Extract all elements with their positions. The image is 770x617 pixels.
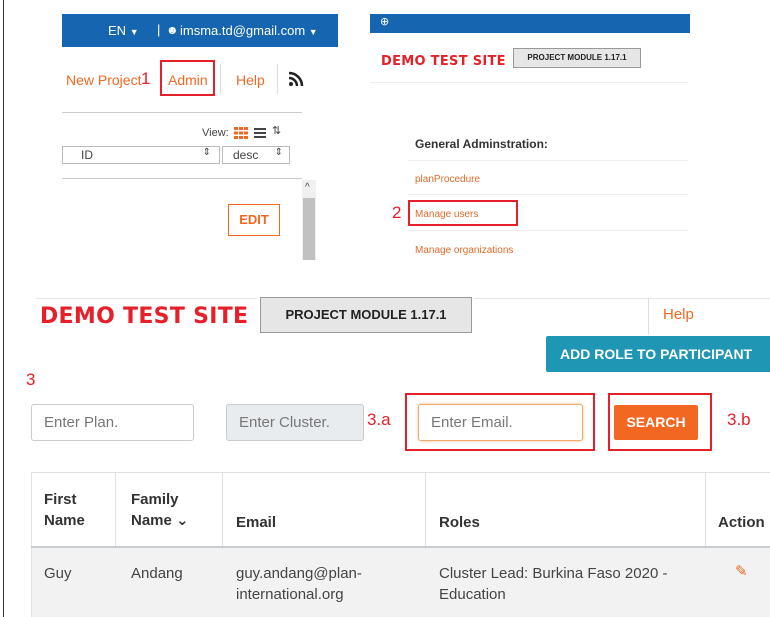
admin-divider <box>408 160 688 161</box>
un-header-bar: ⊕ <box>370 14 690 33</box>
toolbar-top-line <box>62 112 302 113</box>
sort-order-select[interactable]: desc ⇕ <box>222 146 290 164</box>
cell-first-name: Guy <box>44 565 72 582</box>
manage-organizations-link[interactable]: Manage organizations <box>415 245 513 256</box>
help-link-main[interactable]: Help <box>663 306 694 323</box>
toolbar-bottom-line <box>62 178 302 179</box>
header-first-name[interactable]: First Name <box>44 489 85 531</box>
menu-divider <box>277 64 278 94</box>
help-link[interactable]: Help <box>236 72 265 88</box>
annotation-3b: 3.b <box>727 410 751 429</box>
header-action: Action <box>718 514 765 531</box>
scrollbar-thumb[interactable] <box>303 198 315 260</box>
header-email[interactable]: Email <box>236 512 276 533</box>
admin-divider <box>408 194 688 195</box>
grid-view-icon[interactable] <box>234 127 248 139</box>
plan-input[interactable]: Enter Plan. <box>31 404 194 441</box>
rss-icon[interactable] <box>288 71 304 87</box>
annotation-3a: 3.a <box>367 410 391 429</box>
header-rule <box>370 82 688 83</box>
collapse-icon[interactable]: ⇅ <box>272 124 281 137</box>
cell-email: guy.andang@plan- international.org <box>236 565 362 603</box>
general-admin-heading: General Adminstration: <box>415 137 548 151</box>
view-label: View: <box>202 127 229 139</box>
admin-divider <box>408 230 688 231</box>
manage-users-link[interactable]: Manage users <box>415 209 478 220</box>
top-left-panel <box>0 0 4 617</box>
separator: | <box>157 22 161 37</box>
annotation-2: 2 <box>392 203 402 222</box>
language-selector[interactable]: EN ▼ <box>108 23 139 38</box>
cluster-input[interactable]: Enter Cluster. <box>226 404 364 441</box>
add-role-button[interactable]: ADD ROLE TO PARTICIPANT <box>546 336 770 372</box>
list-view-icon[interactable] <box>254 128 266 138</box>
cell-family-name: Andang <box>131 565 183 582</box>
annotation-3: 3 <box>26 370 36 389</box>
edit-icon[interactable]: ✎ <box>735 562 748 580</box>
cell-roles: Cluster Lead: Burkina Faso 2020 - Educat… <box>439 565 668 603</box>
sort-field-select[interactable]: ID ⇕ <box>62 146 220 164</box>
module-button[interactable]: PROJECT MODULE 1.17.1 <box>260 297 472 333</box>
email-input[interactable]: Enter Email. <box>418 404 583 441</box>
user-icon: ☻ <box>166 23 179 37</box>
edit-button[interactable]: EDIT <box>228 204 280 236</box>
scrollbar[interactable]: ^ <box>302 180 316 260</box>
header-rule-right <box>474 298 770 299</box>
header-family-name[interactable]: Family Name ⌄ <box>131 489 189 531</box>
module-button-small[interactable]: PROJECT MODULE 1.17.1 <box>513 48 641 68</box>
header-rule-left <box>36 298 258 299</box>
plan-procedure-link[interactable]: planProcedure <box>415 174 480 185</box>
site-title: DEMO TEST SITE <box>40 304 249 329</box>
annotation-1: 1 <box>141 69 151 88</box>
site-title-small: DEMO TEST SITE <box>381 54 506 69</box>
un-logo-icon: ⊕ <box>380 16 390 28</box>
search-button[interactable]: SEARCH <box>614 405 698 440</box>
menu-divider <box>220 64 221 94</box>
admin-link[interactable]: Admin <box>168 72 208 88</box>
new-project-link[interactable]: New Project <box>66 72 141 88</box>
account-bar: EN ▼ | ☻ imsma.td@gmail.com ▼ <box>62 14 338 47</box>
help-divider <box>648 298 649 334</box>
account-menu[interactable]: imsma.td@gmail.com ▼ <box>180 23 318 38</box>
header-roles[interactable]: Roles <box>439 512 480 533</box>
